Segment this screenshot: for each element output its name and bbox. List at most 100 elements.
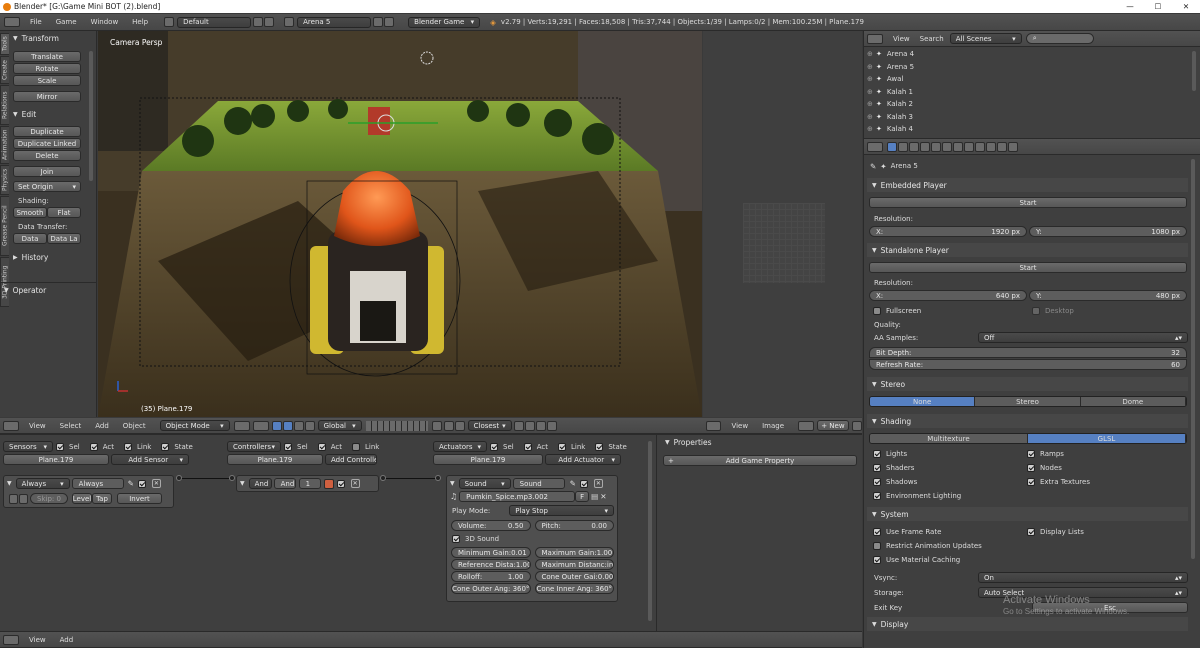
remove-layout-icon[interactable] [264, 17, 275, 27]
mode-select[interactable]: Object Mode ▾ [159, 420, 230, 431]
manipulator-icon[interactable] [271, 420, 282, 431]
mirror-button[interactable]: Mirror [13, 91, 81, 102]
play-mode-select[interactable]: Play Stop ▾ [509, 505, 614, 516]
add-actuator-select[interactable]: Add Actuator ▾ [545, 454, 621, 465]
fullscreen-checkbox[interactable] [873, 307, 881, 315]
outliner-filter-select[interactable]: All Scenes ▾ [949, 33, 1022, 44]
display-header[interactable]: ▼ Display [867, 617, 1188, 631]
snap-target-select[interactable]: Closest ▾ [467, 420, 512, 431]
scene-select[interactable]: Arena 5 [297, 16, 372, 28]
stereo-stereo-option[interactable]: Stereo [975, 397, 1081, 406]
sensors-act-checkbox[interactable] [89, 442, 98, 451]
outliner-item[interactable]: ⊕ ✦ Arena 4 [867, 48, 1200, 61]
render-anim-icon[interactable] [524, 420, 535, 431]
layers-grid[interactable] [365, 420, 428, 431]
viewport-editor-icon[interactable] [3, 420, 19, 431]
menu-help[interactable]: Help [132, 18, 148, 26]
scale-button[interactable]: Scale [13, 75, 81, 86]
lights-checkbox[interactable] [873, 450, 881, 458]
rotate-button[interactable]: Rotate [13, 63, 81, 74]
snap-icon[interactable] [443, 420, 454, 431]
tap-button[interactable]: Tap [92, 493, 112, 504]
stereo-dome-option[interactable]: Dome [1080, 397, 1186, 406]
flat-button[interactable]: Flat [47, 207, 81, 218]
image-editor-type-icon[interactable] [706, 420, 722, 431]
actuator-in-socket[interactable] [435, 475, 441, 481]
maximize-button[interactable]: ☐ [1144, 2, 1172, 11]
data-tab-icon[interactable] [964, 141, 974, 152]
controller-active-checkbox[interactable] [336, 479, 345, 488]
add-layout-icon[interactable] [253, 17, 264, 27]
embedded-player-header[interactable]: ▼ Embedded Player [867, 178, 1188, 192]
set-origin-button[interactable]: Set Origin ▾ [13, 181, 81, 192]
sensor-remove-icon[interactable]: ✕ [151, 479, 161, 488]
restrict-animation-checkbox[interactable] [873, 542, 881, 550]
minimize-button[interactable]: — [1116, 2, 1144, 11]
layout-select[interactable]: Default [177, 16, 252, 28]
properties-header[interactable]: ▼ Properties [665, 435, 862, 449]
shelf-scrollbar[interactable] [89, 51, 93, 181]
edit-header[interactable]: ▼ Edit [13, 107, 87, 121]
physics-tab-icon[interactable] [1008, 141, 1018, 152]
lock-layers-icon[interactable] [431, 420, 442, 431]
pin-scene-icon[interactable]: ✎ [870, 162, 876, 171]
sensors-object-button[interactable]: Plane.179 [3, 454, 109, 465]
controllers-link-checkbox[interactable] [351, 442, 360, 451]
bit-depth-field[interactable]: Bit Depth: 32 [869, 347, 1187, 358]
viewport-menu-select[interactable]: Select [60, 422, 82, 430]
history-header[interactable]: ▶ History [13, 250, 87, 264]
actuators-act-checkbox[interactable] [523, 442, 532, 451]
ramps-checkbox[interactable] [1027, 450, 1035, 458]
controller-link-socket[interactable] [229, 475, 235, 481]
editor-type-icon[interactable] [4, 17, 20, 27]
outliner-item[interactable]: ⊕ ✦ Kalah 4 [867, 123, 1200, 136]
viewport-menu-view[interactable]: View [29, 422, 46, 430]
embedded-start-button[interactable]: Start [869, 197, 1187, 208]
extra-textures-checkbox[interactable] [1027, 478, 1035, 486]
max-distance-field[interactable]: Maximum Distanc:inf [534, 559, 614, 570]
shaders-checkbox[interactable] [873, 464, 881, 472]
standalone-player-header[interactable]: ▼ Standalone Player [867, 243, 1188, 257]
controller-out-socket[interactable] [380, 475, 386, 481]
pitch-field[interactable]: Pitch: 0.00 [534, 520, 614, 531]
cone-outer-angle-field[interactable]: Cone Outer Ang: 360° [451, 583, 531, 594]
invert-button[interactable]: Invert [117, 493, 162, 504]
record-icon[interactable] [546, 420, 557, 431]
environment-lighting-checkbox[interactable] [873, 492, 881, 500]
particles-tab-icon[interactable] [997, 141, 1007, 152]
desktop-checkbox[interactable] [1032, 307, 1040, 315]
menu-window[interactable]: Window [91, 18, 119, 26]
image-extra-icon[interactable] [852, 420, 862, 431]
translate-manipulator-icon[interactable] [282, 420, 293, 431]
data-button[interactable]: Data [13, 233, 47, 244]
image-browse-icon[interactable] [798, 420, 814, 431]
layout-grid-icon[interactable] [164, 17, 175, 27]
remove-scene-icon[interactable] [384, 17, 395, 27]
material-tab-icon[interactable] [975, 141, 985, 152]
properties-editor-icon[interactable] [867, 141, 883, 152]
cone-outer-gain-field[interactable]: Cone Outer Gai: 0.00 [534, 571, 614, 582]
vsync-select[interactable]: On ▴▾ [978, 572, 1188, 583]
sensor-name-field[interactable]: Always [71, 478, 124, 489]
tab-grease-pencil[interactable]: Grease Pencil [0, 196, 9, 256]
add-scene-icon[interactable] [373, 17, 384, 27]
embedded-res-x-field[interactable]: X: 1920 px [869, 226, 1027, 237]
outliner-item[interactable]: ⊕ ✦ Kalah 2 [867, 98, 1200, 111]
outliner-menu-view[interactable]: View [893, 35, 910, 43]
material-caching-checkbox[interactable] [873, 556, 881, 564]
smooth-button[interactable]: Smooth [13, 207, 47, 218]
add-controller-select[interactable]: Add Controller▾ [325, 454, 377, 465]
tab-animation[interactable]: Animation [0, 126, 9, 164]
cone-inner-angle-field[interactable]: Cone Inner Ang: 360° [534, 583, 614, 594]
tab-tools[interactable]: Tools [0, 33, 9, 55]
controller-name-field[interactable]: And [273, 478, 296, 489]
properties-scrollbar[interactable] [1191, 159, 1195, 559]
sensors-state-checkbox[interactable] [161, 442, 170, 451]
fake-user-button[interactable]: F [575, 491, 590, 502]
render-layers-tab-icon[interactable] [898, 141, 908, 152]
pulse-true-icon[interactable] [9, 493, 18, 504]
modifiers-tab-icon[interactable] [953, 141, 963, 152]
viewport-menu-add[interactable]: Add [95, 422, 109, 430]
standalone-res-y-field[interactable]: Y: 480 px [1029, 290, 1187, 301]
outliner-item[interactable]: ⊕ ✦ Kalah 3 [867, 111, 1200, 124]
